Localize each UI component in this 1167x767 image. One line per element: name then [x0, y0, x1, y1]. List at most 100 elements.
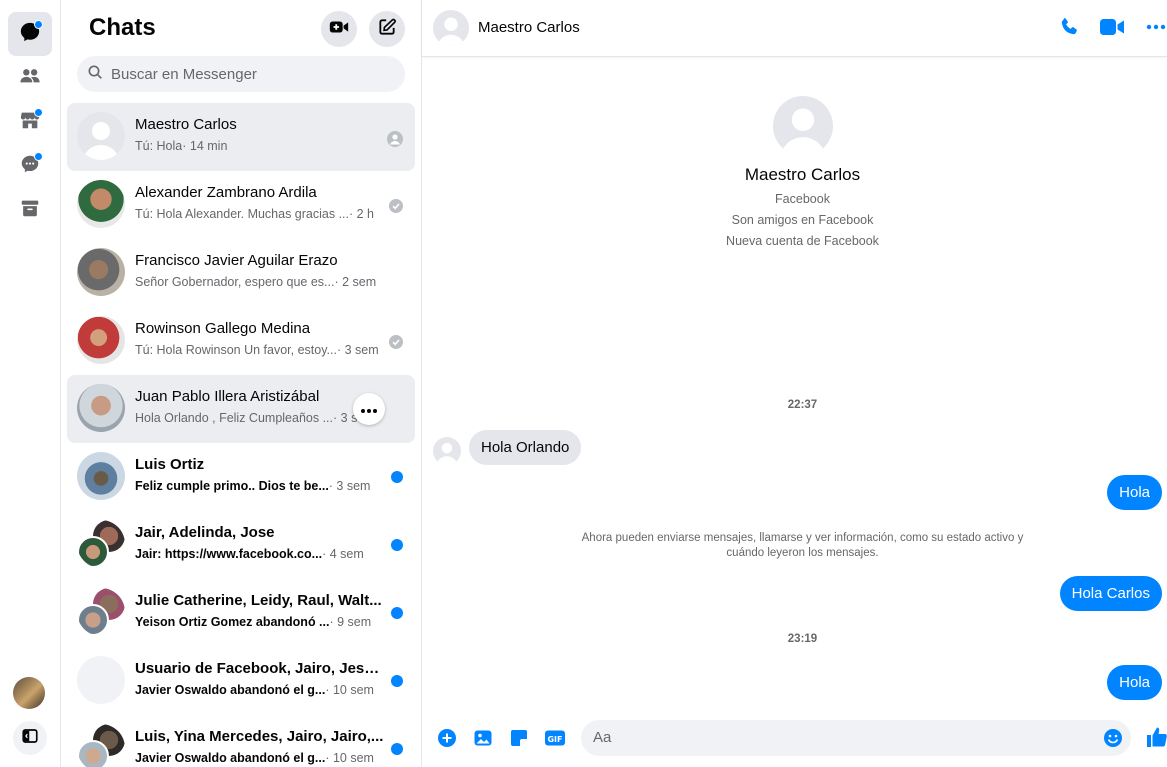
message-timestamp: 23:19 [787, 633, 818, 645]
chat-item[interactable]: Rowinson Gallego Medina Tú: Hola Rowinso… [67, 307, 415, 375]
like-icon[interactable] [1146, 726, 1167, 753]
video-add-icon [328, 16, 350, 43]
left-rail [0, 0, 61, 767]
group-avatar [77, 520, 125, 568]
chat-preview: Yeison Ortiz Gomez abandonó ... · 9 sem [135, 615, 372, 629]
rail-archive-button[interactable] [8, 188, 52, 232]
chat-name: Maestro Carlos [135, 116, 237, 133]
unread-dot [391, 743, 403, 755]
user-avatar[interactable] [13, 677, 45, 709]
unread-dot [391, 675, 403, 687]
chat-preview: Feliz cumple primo.. Dios te be... · 3 s… [135, 479, 371, 493]
unread-dot [391, 471, 403, 483]
chat-name: Luis Ortiz [135, 456, 205, 473]
profile-friendship: Son amigos en Facebook [731, 213, 874, 227]
phone-icon[interactable] [1058, 16, 1080, 43]
chat-options-button[interactable] [353, 393, 385, 425]
message-timestamp: 22:37 [787, 399, 818, 411]
chat-name: Luis, Yina Mercedes, Jairo, Jairo,... [135, 728, 384, 745]
message-input-box[interactable] [581, 720, 1131, 756]
avatar [77, 248, 125, 296]
incoming-message[interactable]: Hola Orlando [469, 430, 582, 465]
search-input[interactable] [111, 65, 391, 83]
message-input[interactable] [593, 729, 1073, 746]
rail-people-button[interactable] [8, 56, 52, 100]
chat-name: Jair, Adelinda, Jose [135, 524, 275, 541]
sidebar-toggle-icon [21, 727, 39, 750]
contact-avatar[interactable] [433, 10, 469, 46]
sender-avatar [433, 437, 461, 465]
avatar [77, 452, 125, 500]
rail-requests-badge [34, 152, 43, 161]
profile-name: Maestro Carlos [744, 165, 861, 184]
rail-chats-button[interactable] [8, 12, 52, 56]
chat-item[interactable]: Maestro Carlos Tú: Hola · 14 min [67, 103, 415, 171]
composer: GIF [422, 712, 1167, 767]
rail-requests-button[interactable] [8, 144, 52, 188]
chat-item[interactable]: Luis, Yina Mercedes, Jairo, Jairo,... Ja… [67, 715, 415, 767]
chat-preview: Hola Orlando , Feliz Cumpleaños ... · 3 … [135, 411, 375, 425]
conversation-header: Maestro Carlos [422, 0, 1167, 57]
people-icon [19, 65, 41, 92]
chat-name: Julie Catherine, Leidy, Raul, Walt... [135, 592, 382, 609]
contact-name[interactable]: Maestro Carlos [478, 19, 580, 36]
chat-name: Alexander Zambrano Ardila [135, 184, 317, 201]
chat-preview: Tú: Hola · 14 min [135, 139, 228, 153]
unread-dot [391, 607, 403, 619]
chat-item[interactable]: Juan Pablo Illera Aristizábal Hola Orlan… [67, 375, 415, 443]
avatar [77, 384, 125, 432]
new-message-button[interactable] [369, 11, 405, 47]
archive-icon [19, 197, 41, 224]
outgoing-message[interactable]: Hola Carlos [1059, 576, 1162, 611]
plus-icon[interactable] [437, 728, 457, 753]
avatar [77, 316, 125, 364]
search-bar[interactable] [77, 56, 405, 92]
chat-item[interactable]: Julie Catherine, Leidy, Raul, Walt... Ye… [67, 579, 415, 647]
chat-preview: Señor Gobernador, espero que es... · 2 s… [135, 275, 377, 289]
chats-title: Chats [89, 14, 156, 41]
image-icon[interactable] [473, 728, 493, 753]
outgoing-message[interactable]: Hola [1107, 665, 1162, 700]
outgoing-message[interactable]: Hola [1107, 475, 1162, 510]
sent-check-icon [389, 199, 403, 213]
chat-name: Usuario de Facebook, Jairo, Jesu... [135, 660, 385, 677]
sticker-icon[interactable] [509, 728, 529, 753]
chat-item[interactable]: Luis Ortiz Feliz cumple primo.. Dios te … [67, 443, 415, 511]
more-icon [361, 400, 377, 418]
compose-icon [377, 17, 397, 42]
chat-item[interactable]: Jair, Adelinda, Jose Jair: https://www.f… [67, 511, 415, 579]
rail-chats-badge [34, 20, 43, 29]
seen-avatar-icon [387, 131, 403, 152]
video-icon[interactable] [1099, 16, 1125, 43]
group-avatar [77, 724, 125, 767]
emoji-icon[interactable] [1103, 728, 1123, 753]
profile-account-note: Nueva cuenta de Facebook [726, 234, 879, 248]
chat-name: Rowinson Gallego Medina [135, 320, 311, 337]
chat-name: Juan Pablo Illera Aristizábal [135, 388, 320, 405]
rail-marketplace-badge [34, 108, 43, 117]
chats-panel: Chats Maestro Carlos Tú: Hola · 14 min [61, 0, 422, 767]
more-icon[interactable] [1146, 16, 1166, 43]
chat-item[interactable]: Usuario de Facebook, Jairo, Jesu... Javi… [67, 647, 415, 715]
rail-marketplace-button[interactable] [8, 100, 52, 144]
messenger-app: Chats Maestro Carlos Tú: Hola · 14 min [0, 0, 1167, 767]
chat-preview: Javier Oswaldo abandonó el g... · 10 sem [135, 683, 374, 697]
chat-preview: Tú: Hola Rowinson Un favor, estoy... · 3… [135, 343, 379, 357]
avatar [77, 112, 125, 160]
chat-preview: Tú: Hola Alexander. Muchas gracias ... ·… [135, 207, 375, 221]
chat-name: Francisco Javier Aguilar Erazo [135, 252, 338, 269]
chat-item[interactable]: Alexander Zambrano Ardila Tú: Hola Alexa… [67, 171, 415, 239]
svg-text:GIF: GIF [547, 735, 562, 744]
group-avatar [77, 588, 125, 636]
avatar [77, 180, 125, 228]
system-message: Ahora pueden enviarse mensajes, llamarse… [581, 532, 1024, 559]
toggle-sidebar-button[interactable] [13, 721, 47, 755]
chat-item[interactable]: Francisco Javier Aguilar Erazo Señor Gob… [67, 239, 415, 307]
chat-preview: Javier Oswaldo abandonó el g... · 10 sem [135, 751, 374, 765]
search-icon [87, 64, 103, 85]
new-room-button[interactable] [321, 11, 357, 47]
gif-icon[interactable]: GIF [544, 728, 566, 753]
chat-preview: Jair: https://www.facebook.co... · 4 sem [135, 547, 364, 561]
profile-avatar [773, 96, 833, 156]
avatar [77, 656, 125, 704]
